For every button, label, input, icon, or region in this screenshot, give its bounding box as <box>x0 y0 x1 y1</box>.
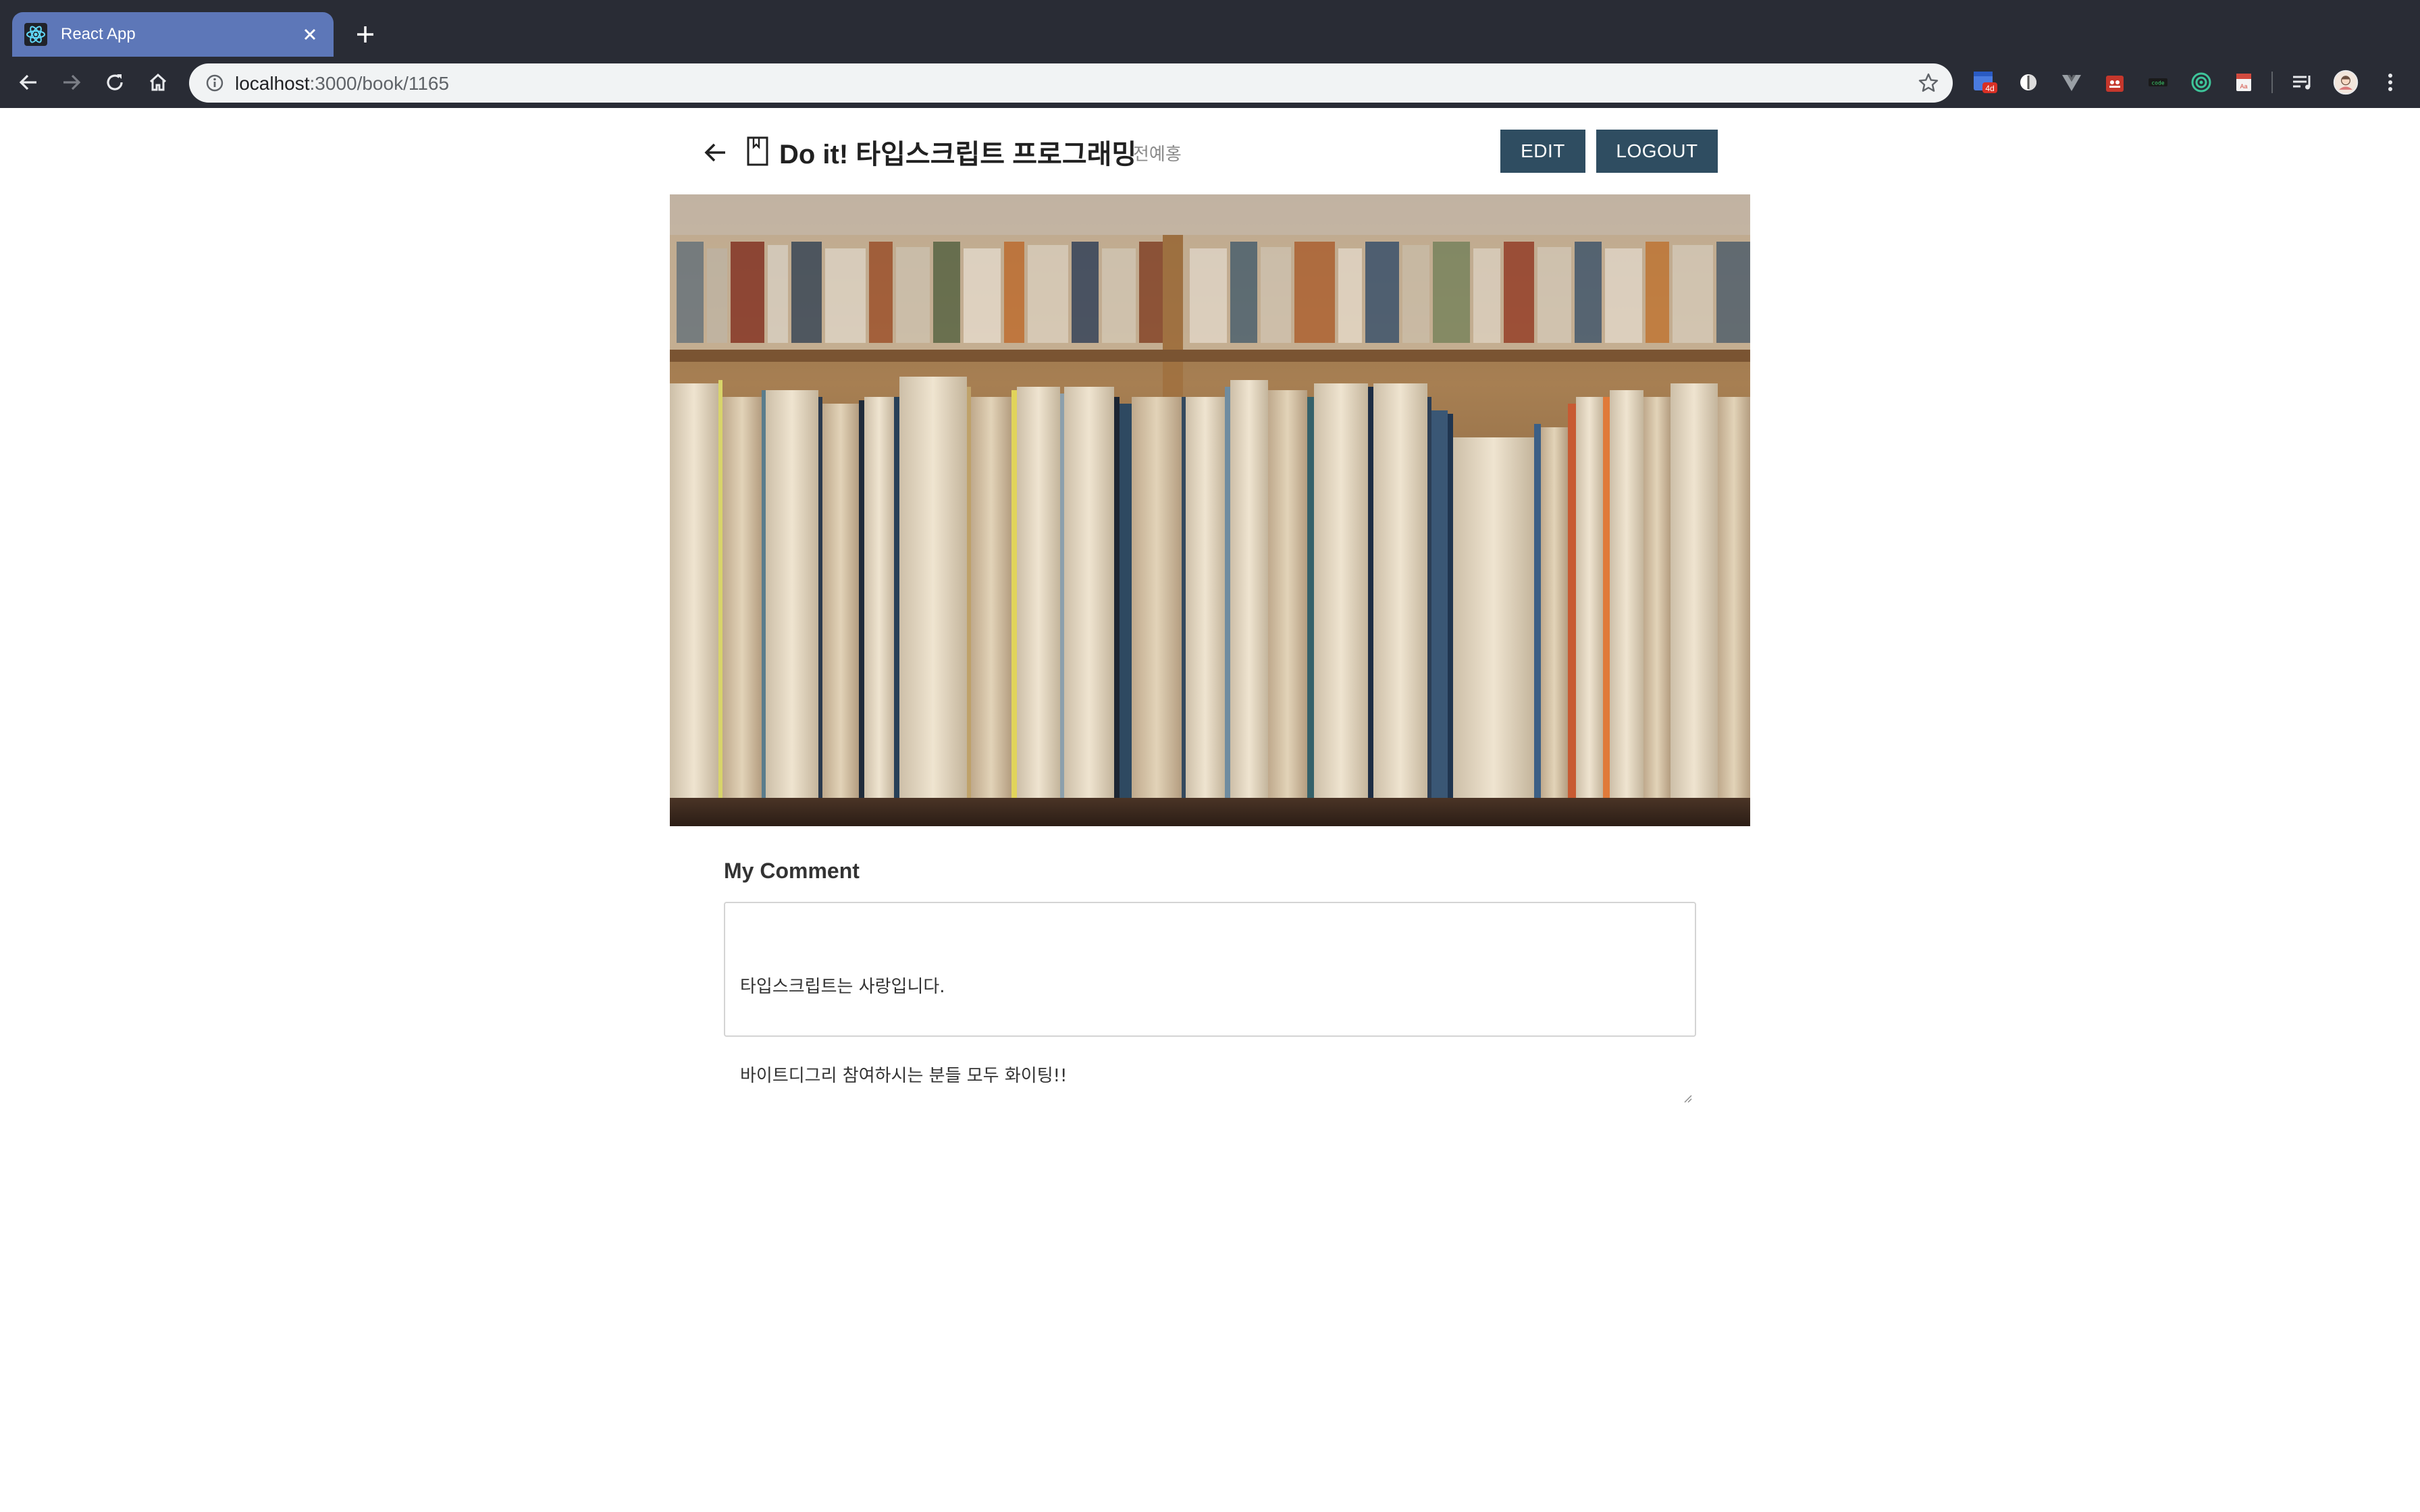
home-icon[interactable] <box>144 69 172 96</box>
back-icon[interactable] <box>15 69 42 96</box>
back-arrow-icon[interactable] <box>701 138 731 167</box>
target-icon[interactable] <box>2188 69 2215 96</box>
comment-textarea[interactable]: 타입스크립트는 사랑입니다. 바이트디그리 참여하시는 분들 모두 화이팅!! <box>724 902 1696 1103</box>
info-icon[interactable] <box>205 74 224 92</box>
playlist-icon[interactable] <box>2289 69 2316 96</box>
address-bar[interactable]: localhost:3000/book/1165 <box>189 63 1953 103</box>
page-title: Do it! 타입스크립트 프로그래밍 <box>779 140 1137 169</box>
edit-button[interactable]: EDIT <box>1500 130 1585 173</box>
avatar-icon[interactable] <box>2332 69 2359 96</box>
tab-title: React App <box>61 25 136 43</box>
forward-icon[interactable] <box>58 69 85 96</box>
circle-icon[interactable] <box>2015 69 2042 96</box>
close-icon[interactable] <box>298 23 321 46</box>
logout-button[interactable]: LOGOUT <box>1596 130 1718 173</box>
toolbar-divider <box>2271 72 2273 93</box>
browser-toolbar: localhost:3000/book/1165 4d code Aa <box>0 57 2420 108</box>
code-icon[interactable]: code <box>2145 69 2172 96</box>
comment-line: 바이트디그리 참여하시는 분들 모두 화이팅!! <box>740 1066 1068 1086</box>
book-cover-image <box>670 194 1750 826</box>
svg-text:Aa: Aa <box>2240 83 2247 90</box>
url-text: localhost:3000/book/1165 <box>235 73 450 94</box>
star-icon[interactable] <box>1918 72 1939 94</box>
svg-text:4d: 4d <box>1985 84 1994 93</box>
author-name: 전예홍 <box>1133 144 1182 164</box>
calendar-icon[interactable]: 4d <box>1972 69 1999 96</box>
pdf-icon[interactable]: Aa <box>2231 69 2258 96</box>
gift-icon[interactable] <box>2101 69 2128 96</box>
react-icon <box>24 23 47 46</box>
browser-tab-active[interactable]: React App <box>12 12 334 57</box>
resize-handle-icon[interactable] <box>1683 1023 1692 1103</box>
browser-tabstrip: React App <box>0 0 2420 57</box>
vue-icon[interactable] <box>2058 69 2085 96</box>
book-icon <box>745 135 770 167</box>
reload-icon[interactable] <box>101 69 128 96</box>
new-tab-icon[interactable] <box>351 20 379 49</box>
page-content: Do it! 타입스크립트 프로그래밍 전예홍 EDIT LOGOUT My C… <box>0 108 2420 1512</box>
comment-label: My Comment <box>724 859 860 883</box>
comment-line: 타입스크립트는 사랑입니다. <box>740 977 945 997</box>
svg-text:code: code <box>2151 80 2164 86</box>
menu-icon[interactable] <box>2377 69 2404 96</box>
book-header: Do it! 타입스크립트 프로그래밍 전예홍 EDIT LOGOUT <box>670 108 1750 194</box>
